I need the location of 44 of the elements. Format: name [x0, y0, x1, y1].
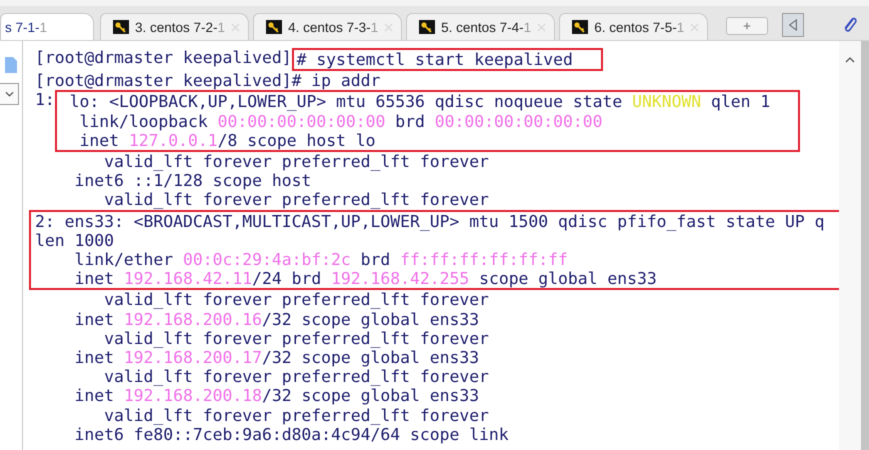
- terminal-line: inet6 ::1/128 scope host: [73, 171, 312, 190]
- terminal-line: inet 192.168.42.11/24 brd 192.168.42.255 scope global ens33: [73, 269, 657, 288]
- terminal-line: [root@drmaster keepalived]# ip addr: [35, 71, 380, 90]
- key-icon: [113, 20, 129, 34]
- close-icon[interactable]: [690, 22, 700, 32]
- close-icon[interactable]: [384, 22, 394, 32]
- terminal-line: valid_lft forever preferred_lft forever: [103, 152, 489, 172]
- session-tab[interactable]: 4. centos 7-3-1: [253, 13, 402, 40]
- chevron-up-icon[interactable]: [845, 57, 855, 63]
- dropdown-button[interactable]: [0, 83, 19, 105]
- terminal-line: valid_lft forever preferred_lft forever: [103, 367, 489, 386]
- session-tab[interactable]: s 7-1-1: [0, 13, 94, 40]
- plus-icon: [743, 22, 752, 30]
- prompt-text: [root@drmaster keepalived]: [35, 48, 292, 68]
- terminal-line: valid_lft forever preferred_lft forever: [103, 406, 489, 425]
- key-icon: [266, 20, 282, 34]
- scrollbar[interactable]: [839, 41, 861, 450]
- session-tab[interactable]: 5. centos 7-4-1: [406, 13, 556, 40]
- terminal-line: valid_lft forever preferred_lft forever: [103, 328, 489, 348]
- terminal-line: valid_lft forever preferred_lft forever: [103, 290, 489, 310]
- terminal-line: link/ether 00:0c:29:4a:bf:2c brd ff:ff:ff:ff:ff:ff: [73, 250, 568, 270]
- terminal-line: inet 127.0.0.1/8 scope host lo: [78, 130, 376, 150]
- terminal-line: link/loopback 00:00:00:00:00:00 brd 00:00:00:00:00:00: [78, 112, 603, 131]
- terminal-line: 2: ens33: <BROADCAST,MULTICAST,UP,LOWER_UP> mtu 1500 qdisc pfifo_fast state UP q: [35, 212, 824, 231]
- chevron-down-icon: [4, 91, 14, 97]
- terminal-line: # systemctl start keepalived: [296, 50, 573, 70]
- terminal-line: inet 192.168.200.18/32 scope global ens33: [73, 386, 480, 406]
- terminal-line: len 1000: [35, 230, 114, 250]
- terminal-line: inet 192.168.200.17/32 scope global ens33: [73, 348, 480, 368]
- terminal-line: lo: <LOOPBACK,UP,LOWER_UP> mtu 65536 qdisc noqueue state UNKNOWN qlen 1: [68, 92, 770, 112]
- close-icon[interactable]: [537, 22, 546, 32]
- close-icon[interactable]: [231, 22, 240, 32]
- key-icon: [572, 20, 588, 34]
- triangle-left-icon: [788, 19, 798, 31]
- terminal-line: inet6 fe80::7ceb:9a6:d80a:4c94/64 scope link: [73, 424, 509, 444]
- key-icon: [419, 20, 436, 34]
- session-tab[interactable]: 3. centos 7-2-1: [100, 13, 250, 40]
- session-tab[interactable]: 6. centos 7-5-1: [559, 13, 708, 40]
- new-tab-button[interactable]: [726, 17, 768, 35]
- terminal-line: valid_lft forever preferred_lft forever: [103, 190, 489, 210]
- scroll-tabs-button[interactable]: [782, 13, 804, 37]
- file-icon[interactable]: [5, 57, 17, 73]
- prompt-text: 1:: [35, 90, 55, 110]
- terminal-line: inet 192.168.200.16/32 scope global ens33: [73, 310, 480, 329]
